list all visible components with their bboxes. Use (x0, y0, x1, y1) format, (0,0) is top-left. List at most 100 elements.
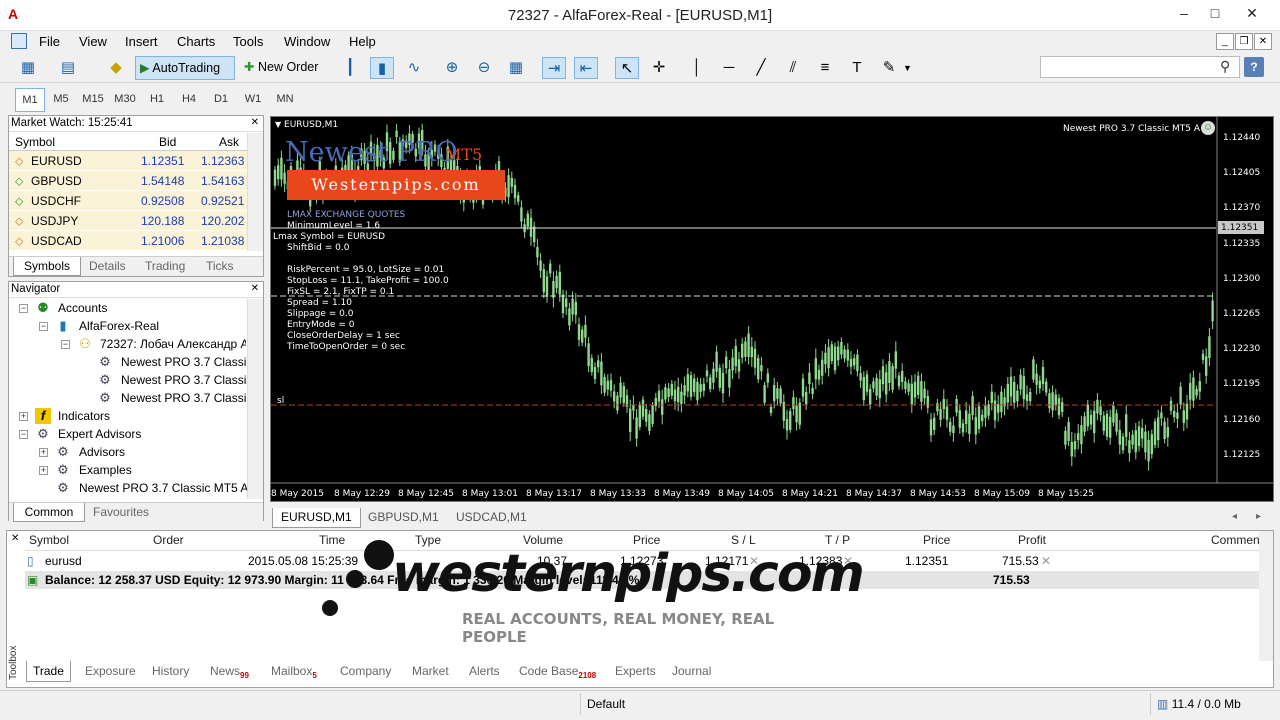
tab-experts[interactable]: Experts (609, 661, 662, 682)
tab-trading[interactable]: Trading (141, 257, 189, 276)
minimize-button[interactable]: ‒ (1170, 2, 1198, 24)
chart-tab-eurusd[interactable]: EURUSD,M1 (272, 508, 361, 528)
nav-account[interactable]: 72327: Лобач Александр А. (100, 337, 246, 351)
text-icon[interactable]: T (845, 57, 869, 79)
col-current-price[interactable]: Price (923, 533, 950, 547)
terminal-scrollbar[interactable] (1259, 531, 1273, 661)
horizontal-line-icon[interactable]: ─ (717, 57, 741, 79)
navigator-scrollbar[interactable] (247, 299, 263, 499)
tab-scroll-left-icon[interactable]: ◂ (1232, 511, 1237, 522)
tf-h1[interactable]: H1 (142, 88, 172, 112)
mdi-minimize-button[interactable]: _ (1216, 33, 1234, 50)
zoom-in-icon[interactable]: ⊕ (440, 57, 464, 79)
channel-icon[interactable]: ⫽ (781, 57, 805, 79)
tab-scroll-right-icon[interactable]: ▸ (1256, 511, 1261, 522)
nav-broker[interactable]: AlfaForex-Real (79, 319, 159, 333)
close-position-icon[interactable]: ✕ (1041, 554, 1051, 568)
menu-view[interactable]: View (79, 34, 107, 49)
nav-ea-3[interactable]: Newest PRO 3.7 Classic (121, 391, 246, 405)
shapes-dropdown-icon[interactable]: ▼ (903, 63, 912, 73)
terminal-close-icon[interactable]: ✕ (11, 533, 19, 544)
tf-m30[interactable]: M30 (110, 88, 140, 112)
search-icon[interactable]: ⚲ (1220, 58, 1230, 75)
market-watch-row[interactable]: ⬦ USDCAD 1.21006 1.21038 (9, 231, 247, 251)
nav-ea-1[interactable]: Newest PRO 3.7 Classic (121, 355, 246, 369)
search-input[interactable] (1040, 56, 1240, 78)
tf-mn[interactable]: MN (270, 88, 300, 112)
cursor-icon[interactable]: ↖ (615, 57, 639, 79)
tab-exposure[interactable]: Exposure (79, 661, 142, 682)
tab-code-base[interactable]: Code Base2108 (513, 661, 602, 682)
col-symbol[interactable]: Symbol (29, 533, 69, 547)
mdi-restore-button[interactable]: ❐ (1235, 33, 1253, 50)
new-chart-icon[interactable]: ▦ (16, 57, 40, 79)
market-watch-row[interactable]: ⬦ USDJPY 120.188 120.202 (9, 211, 247, 231)
market-watch-row[interactable]: ⬦ USDCHF 0.92508 0.92521 (9, 191, 247, 211)
tab-news[interactable]: News99 (204, 661, 255, 682)
line-chart-icon[interactable]: ∿ (402, 57, 426, 79)
tab-journal[interactable]: Journal (666, 661, 717, 682)
autotrading-button[interactable]: ▶ AutoTrading (135, 56, 235, 80)
tf-w1[interactable]: W1 (238, 88, 268, 112)
navigator-close-icon[interactable]: ✕ (251, 283, 259, 294)
expand-toggle[interactable]: + (39, 448, 48, 457)
col-symbol[interactable]: Symbol (15, 135, 55, 149)
tf-d1[interactable]: D1 (206, 88, 236, 112)
profiles-icon[interactable]: ▤ (56, 57, 80, 79)
maximize-button[interactable]: □ (1201, 2, 1229, 24)
fibonacci-icon[interactable]: ≡ (813, 57, 837, 79)
menu-file[interactable]: File (39, 34, 60, 49)
nav-indicators[interactable]: Indicators (58, 409, 110, 423)
col-bid[interactable]: Bid (159, 135, 176, 149)
nav-ea-2[interactable]: Newest PRO 3.7 Classic (121, 373, 246, 387)
tile-windows-icon[interactable]: ▦ (504, 57, 528, 79)
chart-shift-icon[interactable]: ⇤ (574, 57, 598, 79)
tf-m1[interactable]: M1 (15, 88, 45, 112)
bar-chart-icon[interactable]: ┃ (338, 57, 362, 79)
tf-m5[interactable]: M5 (46, 88, 76, 112)
tab-alerts[interactable]: Alerts (463, 661, 506, 682)
market-watch-row[interactable]: ⬦ EURUSD 1.12351 1.12363 (9, 151, 247, 171)
market-watch-close-icon[interactable]: ✕ (251, 117, 259, 128)
nav-advisors[interactable]: Advisors (79, 445, 125, 459)
menu-window[interactable]: Window (284, 34, 330, 49)
menu-help[interactable]: Help (349, 34, 376, 49)
menu-charts[interactable]: Charts (177, 34, 215, 49)
ea-smiley-icon[interactable]: ☺ (1201, 121, 1215, 135)
expand-toggle[interactable]: − (61, 340, 70, 349)
tab-mailbox[interactable]: Mailbox5 (265, 661, 323, 682)
nav-accounts[interactable]: Accounts (58, 301, 107, 315)
tab-symbols[interactable]: Symbols (13, 257, 81, 276)
tab-ticks[interactable]: Ticks (202, 257, 238, 276)
expand-toggle[interactable]: + (39, 466, 48, 475)
tab-favourites[interactable]: Favourites (89, 503, 153, 522)
tab-company[interactable]: Company (334, 661, 397, 682)
col-ask[interactable]: Ask (219, 135, 239, 149)
market-watch-scrollbar[interactable] (247, 133, 263, 251)
nav-expert-advisors[interactable]: Expert Advisors (58, 427, 141, 441)
vertical-line-icon[interactable]: │ (685, 57, 709, 79)
candlestick-icon[interactable]: ▮ (370, 57, 394, 79)
chart-tab-gbpusd[interactable]: GBPUSD,M1 (360, 508, 447, 528)
shapes-icon[interactable]: ✎ (877, 57, 901, 79)
expand-toggle[interactable]: − (19, 304, 28, 313)
trendline-icon[interactable]: ╱ (749, 57, 773, 79)
tab-details[interactable]: Details (85, 257, 130, 276)
col-comment[interactable]: Comment (1211, 533, 1263, 547)
help-icon[interactable]: ? (1244, 57, 1264, 77)
tab-market[interactable]: Market (406, 661, 455, 682)
toolbox-label[interactable]: Toolbox (8, 640, 24, 686)
tf-m15[interactable]: M15 (78, 88, 108, 112)
col-order[interactable]: Order (153, 533, 184, 547)
zoom-out-icon[interactable]: ⊖ (472, 57, 496, 79)
new-order-button[interactable]: ✚ New Order (240, 56, 326, 80)
metaeditor-icon[interactable]: ◆ (104, 57, 128, 79)
autoscroll-icon[interactable]: ⇥ (542, 57, 566, 79)
tab-common[interactable]: Common (13, 503, 85, 522)
menu-insert[interactable]: Insert (125, 34, 158, 49)
market-watch-row[interactable]: ⬦ GBPUSD 1.54148 1.54163 (9, 171, 247, 191)
expand-toggle[interactable]: − (19, 430, 28, 439)
nav-examples[interactable]: Examples (79, 463, 132, 477)
mdi-close-button[interactable]: ✕ (1254, 33, 1272, 50)
crosshair-icon[interactable]: ✛ (647, 57, 671, 79)
